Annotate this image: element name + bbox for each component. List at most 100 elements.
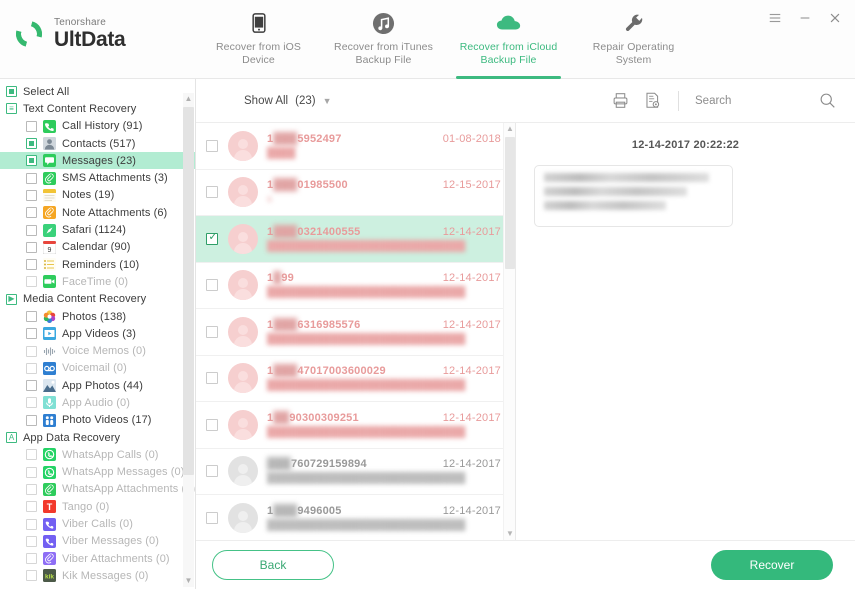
sidebar-item-7[interactable]: kik Kik Messages (0) xyxy=(0,567,195,584)
sidebar-item-checkbox[interactable] xyxy=(26,466,37,478)
message-row[interactable]: 1█99 12-14-2017 ████████████████████████… xyxy=(196,263,515,309)
printer-icon[interactable] xyxy=(610,91,630,111)
sidebar-item-checkbox[interactable] xyxy=(26,501,37,513)
export-settings-icon[interactable] xyxy=(642,91,662,111)
sidebar-item-checkbox[interactable] xyxy=(26,155,37,167)
message-checkbox[interactable] xyxy=(206,279,218,292)
tab-recover-from-itunes-backup[interactable]: Recover from iTunes Backup File xyxy=(321,0,446,79)
sidebar-item-checkbox[interactable] xyxy=(26,241,37,253)
sidebar-group-0[interactable]: ≡ Text Content Recovery xyxy=(0,100,195,117)
sidebar-item-5[interactable]: App Audio (0) xyxy=(0,394,195,411)
sidebar-item-checkbox[interactable] xyxy=(26,397,37,409)
sidebar-item-checkbox[interactable] xyxy=(26,570,37,582)
sidebar-item-6[interactable]: Photo Videos (17) xyxy=(0,412,195,429)
recover-button[interactable]: Recover xyxy=(711,550,833,580)
message-row[interactable]: 1███5952497 01-08-2018 ████ xyxy=(196,123,515,170)
scroll-up-icon[interactable]: ▲ xyxy=(183,93,194,105)
contacts-icon xyxy=(43,137,56,151)
sidebar-item-6[interactable]: Viber Attachments (0) xyxy=(0,550,195,567)
sidebar-item-checkbox[interactable] xyxy=(26,380,37,392)
sidebar-item-checkbox[interactable] xyxy=(26,172,37,184)
menu-icon[interactable] xyxy=(767,10,783,26)
sidebar-item-1[interactable]: Contacts (517) xyxy=(0,135,195,152)
sidebar-scrollbar[interactable]: ▲ ▼ xyxy=(183,93,194,587)
message-row[interactable]: 1███47017003600029 12-14-2017 ██████████… xyxy=(196,356,515,402)
sidebar-scroll-thumb[interactable] xyxy=(183,107,194,475)
search-box[interactable] xyxy=(695,91,837,111)
message-checkbox[interactable] xyxy=(206,325,218,338)
sidebar-item-checkbox[interactable] xyxy=(26,189,37,201)
sidebar-item-5[interactable]: Viber Messages (0) xyxy=(0,533,195,550)
sidebar-item-checkbox[interactable] xyxy=(26,328,37,340)
sidebar-item-checkbox[interactable] xyxy=(26,345,37,357)
sidebar-item-4[interactable]: Notes (19) xyxy=(0,187,195,204)
sidebar-item-2[interactable]: WhatsApp Attachments (0) xyxy=(0,481,195,498)
message-list-scroll-thumb[interactable] xyxy=(505,137,515,269)
sidebar-item-8[interactable]: Reminders (10) xyxy=(0,256,195,273)
sidebar-item-checkbox[interactable] xyxy=(26,449,37,461)
message-row[interactable]: 1███6316985576 12-14-2017 ██████████████… xyxy=(196,309,515,356)
sidebar-item-checkbox[interactable] xyxy=(26,311,37,322)
sidebar-item-checkbox[interactable] xyxy=(26,120,37,132)
message-checkbox[interactable] xyxy=(206,511,218,524)
message-checkbox[interactable] xyxy=(206,231,219,245)
sidebar-item-2[interactable]: Voice Memos (0) xyxy=(0,342,195,359)
sidebar-item-4[interactable]: Viber Calls (0) xyxy=(0,515,195,532)
sidebar-select-all[interactable]: Select All xyxy=(0,83,195,100)
scroll-down-icon[interactable]: ▼ xyxy=(183,575,194,587)
sidebar-item-checkbox[interactable] xyxy=(26,276,37,288)
tab-recover-from-icloud-backup[interactable]: Recover from iCloud Backup File xyxy=(446,0,571,79)
sidebar-item-checkbox[interactable] xyxy=(26,259,37,271)
show-all-dropdown[interactable]: Show All (23) ▼ xyxy=(244,95,331,107)
sidebar-item-checkbox[interactable] xyxy=(26,207,37,219)
sidebar-group-2[interactable]: A App Data Recovery xyxy=(0,429,195,446)
sidebar-item-1[interactable]: App Videos (3) xyxy=(0,325,195,342)
sidebar-list[interactable]: Select All ≡ Text Content Recovery Call … xyxy=(0,79,195,589)
select-all-checkbox[interactable] xyxy=(6,86,17,98)
sidebar-item-1[interactable]: WhatsApp Messages (0) xyxy=(0,464,195,481)
sidebar-item-checkbox[interactable] xyxy=(26,483,37,495)
search-input[interactable] xyxy=(695,94,773,107)
sidebar-item-0[interactable]: WhatsApp Calls (0) xyxy=(0,446,195,463)
sidebar-item-6[interactable]: Safari (1124) xyxy=(0,221,195,238)
message-list[interactable]: 1███5952497 01-08-2018 ████ 1███01985500… xyxy=(196,123,515,540)
close-icon[interactable] xyxy=(827,10,843,26)
sidebar-item-checkbox[interactable] xyxy=(26,138,37,150)
sidebar-item-checkbox[interactable] xyxy=(26,224,37,236)
message-row[interactable]: ███760729159894 12-14-2017 █████████████… xyxy=(196,449,515,495)
tab-recover-from-ios-device[interactable]: Recover from iOS Device xyxy=(196,0,321,79)
scroll-up-icon[interactable]: ▲ xyxy=(504,123,515,135)
message-list-scrollbar[interactable]: ▲ ▼ xyxy=(503,123,515,540)
sidebar-item-7[interactable]: 9 Calendar (90) xyxy=(0,239,195,256)
message-checkbox[interactable] xyxy=(206,465,218,478)
sidebar-item-checkbox[interactable] xyxy=(26,362,37,374)
search-icon[interactable] xyxy=(817,91,837,111)
message-checkbox[interactable] xyxy=(206,418,218,431)
tab-repair-operating-system[interactable]: Repair Operating System xyxy=(571,0,696,79)
sidebar-item-2[interactable]: Messages (23) xyxy=(0,152,195,170)
back-button[interactable]: Back xyxy=(212,550,334,580)
message-row[interactable]: 1███0321400555 12-14-2017 ██████████████… xyxy=(196,216,515,263)
sidebar-item-checkbox[interactable] xyxy=(26,535,37,547)
sidebar-item-9[interactable]: FaceTime (0) xyxy=(0,273,195,290)
minimize-icon[interactable] xyxy=(797,10,813,26)
message-checkbox[interactable] xyxy=(206,139,218,152)
sidebar-item-checkbox[interactable] xyxy=(26,414,37,426)
sidebar-item-0[interactable]: Photos (138) xyxy=(0,308,195,325)
sidebar-item-checkbox[interactable] xyxy=(26,553,37,565)
message-row[interactable]: 1██90300309251 12-14-2017 ██████████████… xyxy=(196,402,515,449)
sidebar-item-checkbox[interactable] xyxy=(26,518,37,530)
scroll-down-icon[interactable]: ▼ xyxy=(504,528,515,540)
sidebar-item-5[interactable]: Note Attachments (6) xyxy=(0,204,195,221)
message-row[interactable]: 1███01985500 12-15-2017 s xyxy=(196,170,515,216)
sidebar-item-4[interactable]: App Photos (44) xyxy=(0,377,195,394)
message-checkbox[interactable] xyxy=(206,372,218,385)
sidebar-item-0[interactable]: Call History (91) xyxy=(0,118,195,135)
sidebar-item-3[interactable]: SMS Attachments (3) xyxy=(0,169,195,186)
message-checkbox[interactable] xyxy=(206,186,218,199)
window-controls xyxy=(767,10,843,26)
sidebar-item-3[interactable]: Voicemail (0) xyxy=(0,360,195,377)
message-row[interactable]: 1███9496005 12-14-2017 █████████████████… xyxy=(196,495,515,540)
sidebar-group-1[interactable]: ▶ Media Content Recovery xyxy=(0,291,195,308)
sidebar-item-3[interactable]: T Tango (0) xyxy=(0,498,195,515)
